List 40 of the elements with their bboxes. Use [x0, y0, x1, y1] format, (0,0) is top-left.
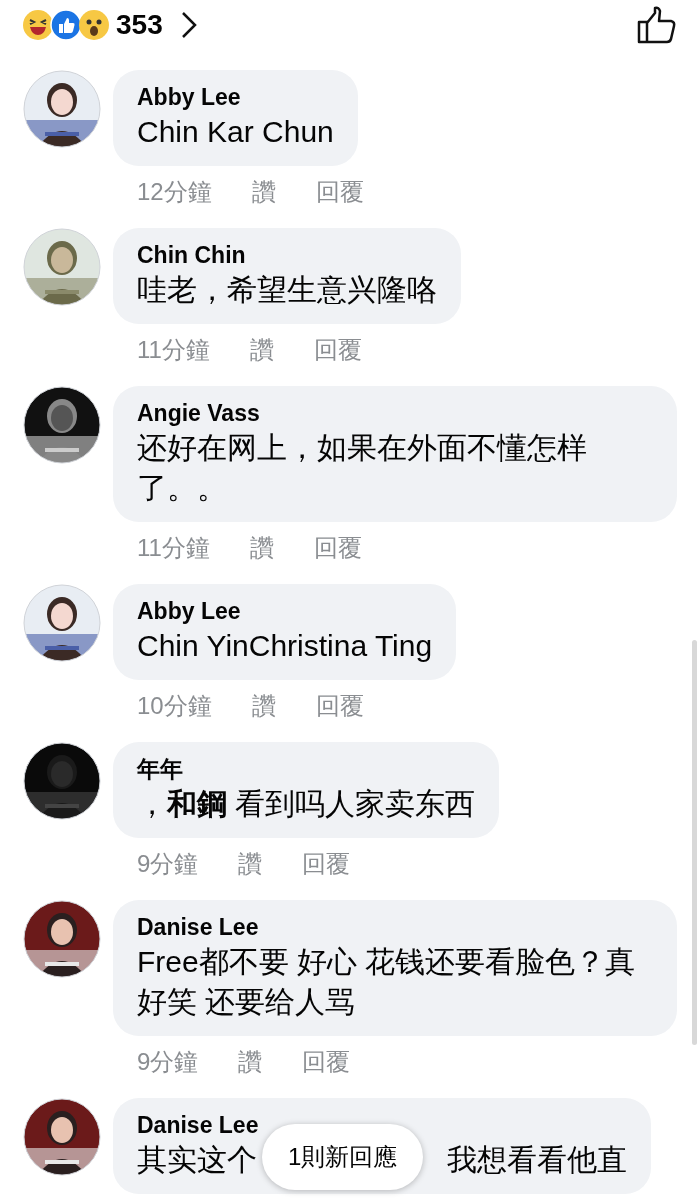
- like-link[interactable]: 讚: [238, 846, 263, 882]
- comment-text: 我想看看他直: [447, 1142, 627, 1178]
- comment-time: 9分鐘: [137, 849, 199, 879]
- laugh-emoji-icon: [22, 9, 54, 41]
- like-link[interactable]: 讚: [249, 530, 274, 566]
- like-emoji-icon: [50, 9, 82, 41]
- comment-text: 其实这个: [137, 1142, 257, 1178]
- thumbs-up-icon[interactable]: [637, 5, 677, 45]
- wow-emoji-icon: [78, 9, 110, 41]
- reply-link[interactable]: 回覆: [302, 1044, 351, 1080]
- like-link[interactable]: 讚: [249, 332, 274, 368]
- comment-text: 哇老，希望生意兴隆咯: [137, 272, 437, 308]
- comment-time: 11分鐘: [137, 533, 210, 563]
- comment-text: Chin YinChristina Ting: [137, 628, 433, 664]
- comment-text: 还好在网上，如果在外面不懂怎样了。。: [137, 430, 588, 506]
- reply-link[interactable]: 回覆: [302, 846, 351, 882]
- reply-link[interactable]: 回覆: [315, 688, 364, 724]
- chevron-right-icon[interactable]: [180, 11, 197, 39]
- comment-time: 11分鐘: [137, 335, 210, 365]
- like-link[interactable]: 讚: [251, 174, 276, 210]
- comment-text: Chin Kar Chun: [137, 114, 334, 150]
- commenter-name[interactable]: Abby Lee: [137, 82, 334, 112]
- commenter-name[interactable]: Danise Lee: [137, 912, 653, 942]
- commenter-name[interactable]: Chin Chin: [137, 240, 437, 270]
- comment-text: Free都不要 好心 花钱还要看脸色？真好笑 还要给人骂: [137, 944, 637, 1020]
- commenter-name[interactable]: Angie Vass: [137, 398, 653, 428]
- comment-time: 10分鐘: [137, 691, 212, 721]
- comment-time: 12分鐘: [137, 177, 212, 207]
- reply-link[interactable]: 回覆: [315, 174, 364, 210]
- like-link[interactable]: 讚: [251, 688, 276, 724]
- comment-text: ，和鋼 看到吗人家卖东西: [137, 786, 476, 822]
- comment-time: 9分鐘: [137, 1047, 199, 1077]
- reply-link[interactable]: 回覆: [313, 332, 362, 368]
- new-replies-button[interactable]: 1則新回應: [262, 1124, 424, 1190]
- commenter-name[interactable]: Abby Lee: [137, 596, 433, 626]
- commenter-name[interactable]: 年年: [137, 754, 476, 784]
- like-link[interactable]: 讚: [238, 1044, 263, 1080]
- reaction-count[interactable]: 353: [116, 9, 163, 41]
- reply-link[interactable]: 回覆: [313, 530, 362, 566]
- scrollbar[interactable]: [692, 640, 697, 1045]
